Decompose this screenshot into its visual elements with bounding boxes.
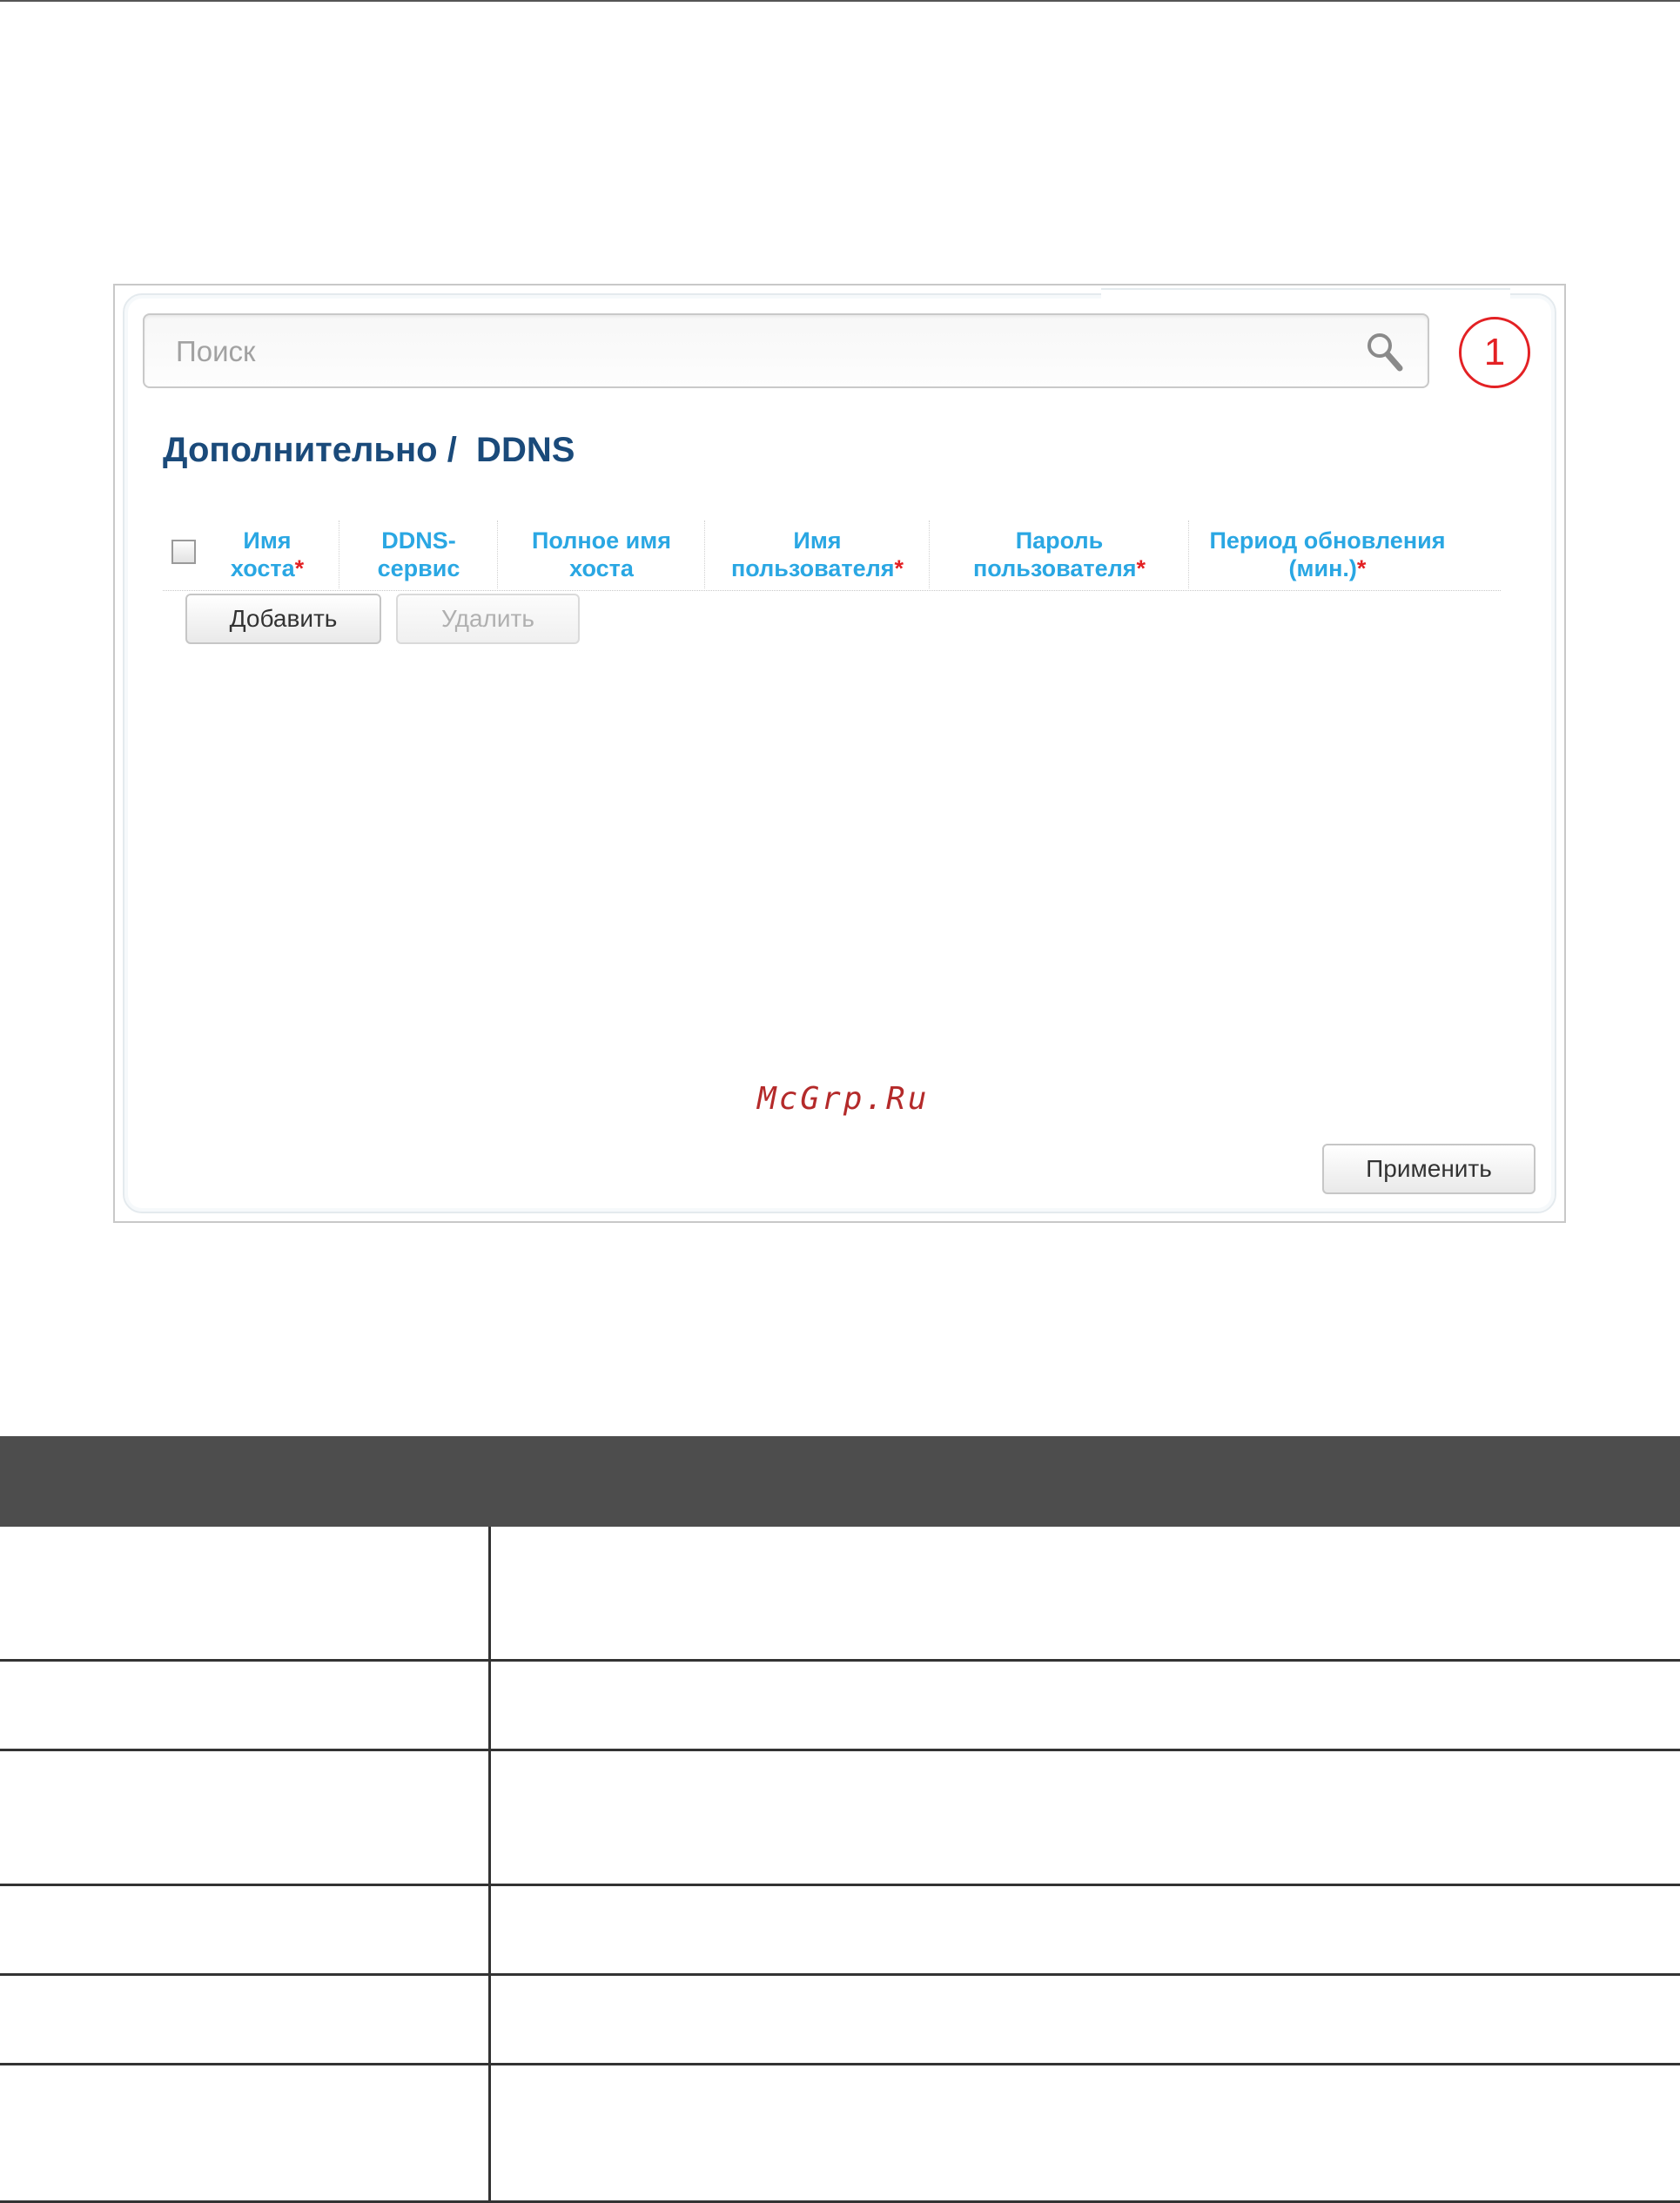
table-cell (491, 1662, 1680, 1749)
top-rule (0, 0, 1680, 2)
watermark: McGrp.Ru (757, 1081, 930, 1117)
table-row (0, 1886, 1680, 1976)
column-ddns-service[interactable]: DDNS- сервис (340, 519, 497, 590)
table-cell (491, 1527, 1680, 1659)
search-icon[interactable] (1363, 329, 1405, 374)
table-cell (0, 1886, 491, 1973)
column-password[interactable]: Пароль пользователя* (931, 519, 1188, 590)
delete-button[interactable]: Удалить (396, 594, 580, 644)
table-row (0, 1751, 1680, 1886)
table-cell (0, 2065, 491, 2200)
table-cell (491, 2065, 1680, 2200)
table-cell (491, 1886, 1680, 1973)
table-cell (491, 1976, 1680, 2063)
column-full-hostname[interactable]: Полное имя хоста (499, 519, 704, 590)
column-username[interactable]: Имя пользователя* (706, 519, 929, 590)
callout-number: 1 (1483, 331, 1506, 373)
search-input[interactable] (174, 331, 1327, 373)
table-cell (0, 1527, 491, 1659)
table-row (0, 1976, 1680, 2065)
ddns-table-header: Имя хоста* DDNS- сервис Полное имя хоста… (163, 519, 1501, 591)
callout-badge: 1 (1459, 317, 1530, 388)
panel-notch (1101, 288, 1510, 316)
column-update-period[interactable]: Период обновления (мин.)* (1190, 519, 1465, 590)
search-box[interactable] (143, 313, 1429, 388)
table-cell (491, 1751, 1680, 1884)
description-table-header (0, 1436, 1680, 1527)
add-button[interactable]: Добавить (185, 594, 381, 644)
select-all-checkbox[interactable] (171, 540, 196, 564)
page-title: Дополнительно / DDNS (163, 431, 575, 469)
column-hostname[interactable]: Имя хоста* (206, 519, 328, 590)
table-cell (0, 1662, 491, 1749)
table-row (0, 1527, 1680, 1662)
table-cell (0, 1976, 491, 2063)
table-row (0, 2065, 1680, 2203)
table-row (0, 1662, 1680, 1751)
table-cell (0, 1751, 491, 1884)
apply-button[interactable]: Применить (1322, 1144, 1536, 1194)
